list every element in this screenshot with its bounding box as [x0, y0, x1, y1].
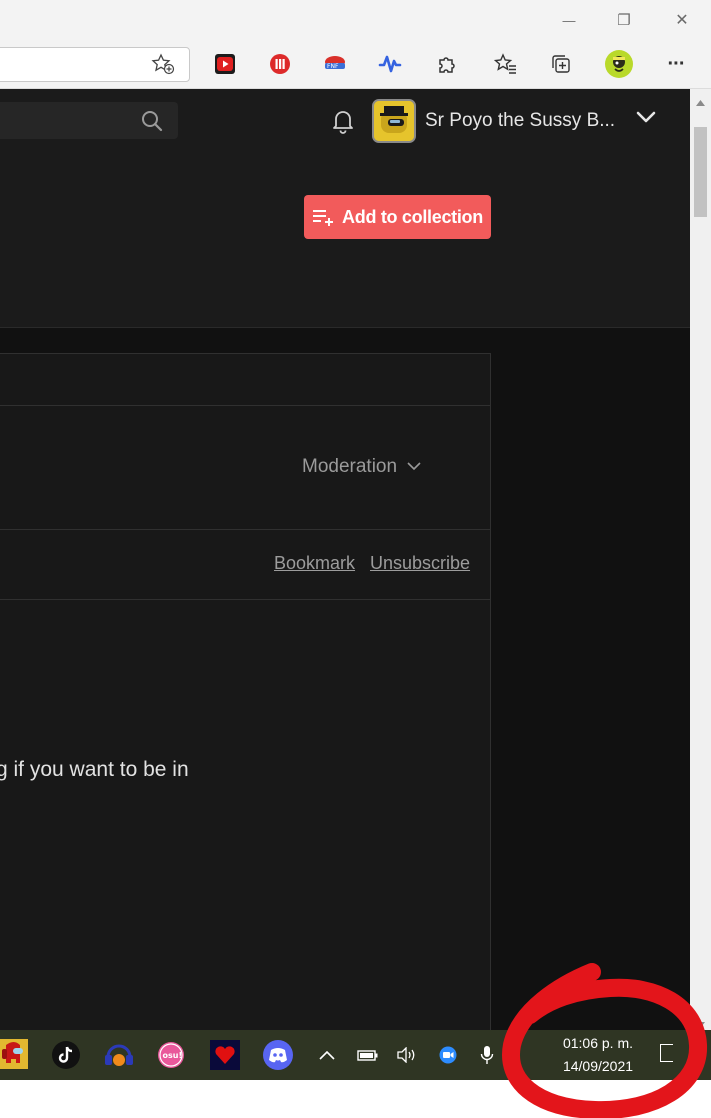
clock-time[interactable]: 01:06 p. m.: [548, 1035, 648, 1051]
show-hidden-icons-chevron[interactable]: [316, 1044, 338, 1066]
zoom-icon[interactable]: [436, 1044, 460, 1066]
bottom-margin: [0, 1080, 711, 1118]
discord-icon[interactable]: [262, 1039, 294, 1076]
address-bar[interactable]: [0, 47, 190, 82]
browser-title-bar: — ❐ ✕: [0, 0, 711, 40]
close-window-button[interactable]: ✕: [657, 0, 707, 40]
scrollbar-thumb[interactable]: [694, 127, 707, 217]
tiktok-icon[interactable]: [51, 1040, 81, 1075]
add-to-collection-label: Add to collection: [342, 206, 483, 227]
audio-wave-extension-icon[interactable]: [374, 48, 406, 80]
unsubscribe-link[interactable]: Unsubscribe: [370, 553, 470, 574]
collections-icon[interactable]: [545, 48, 577, 80]
moderation-label: Moderation: [302, 456, 398, 477]
post-text: g if you want to be in: [0, 758, 189, 781]
site-header: Sr Poyo the Sussy B... Add to collection: [0, 89, 690, 328]
add-favorite-icon[interactable]: [151, 53, 175, 80]
audio-app-icon[interactable]: [103, 1039, 135, 1076]
more-menu-glyph: ···: [667, 52, 686, 75]
minimize-icon: —: [562, 12, 576, 28]
clock-date[interactable]: 14/09/2021: [548, 1058, 648, 1074]
user-avatar[interactable]: [372, 99, 416, 143]
more-menu-icon[interactable]: ···: [660, 48, 692, 80]
add-to-list-icon: [313, 210, 334, 226]
page-scrollbar[interactable]: [690, 89, 711, 1030]
osu-icon[interactable]: osu!: [157, 1041, 185, 1074]
youtube-extension-icon[interactable]: [209, 48, 241, 80]
volume-icon[interactable]: [395, 1044, 419, 1066]
chevron-down-icon[interactable]: [635, 109, 657, 130]
web-page: Sr Poyo the Sussy B... Add to collection…: [0, 89, 690, 1030]
close-icon: ✕: [675, 12, 689, 29]
profile-avatar-icon[interactable]: [603, 48, 635, 80]
search-input[interactable]: [0, 102, 178, 139]
add-to-collection-button[interactable]: Add to collection: [304, 195, 491, 239]
favorites-icon[interactable]: [490, 48, 522, 80]
bookmark-link[interactable]: Bookmark: [274, 553, 355, 574]
browser-toolbar: FNF ···: [0, 40, 711, 114]
svg-text:FNF: FNF: [327, 63, 339, 70]
scroll-up-arrow-icon[interactable]: [696, 93, 705, 111]
notifications-bell-icon[interactable]: [331, 108, 355, 139]
restore-button[interactable]: ❐: [599, 0, 649, 40]
search-icon[interactable]: [141, 110, 163, 137]
extensions-puzzle-icon[interactable]: [430, 48, 462, 80]
minimize-button[interactable]: —: [544, 0, 594, 40]
osu-label: osu!: [163, 1051, 183, 1060]
battery-icon[interactable]: [356, 1044, 380, 1066]
moderation-dropdown[interactable]: Moderation: [302, 456, 422, 478]
post-body: [0, 599, 491, 1030]
microphone-icon[interactable]: [476, 1043, 498, 1067]
panel-header-row: [0, 353, 491, 406]
undertale-heart-icon[interactable]: [210, 1040, 240, 1075]
red-circle-extension-icon[interactable]: [264, 48, 296, 80]
moderation-chevron-icon: [407, 462, 421, 471]
among-us-icon[interactable]: [0, 1039, 30, 1074]
restore-icon: ❐: [617, 12, 631, 29]
fnf-extension-icon[interactable]: FNF: [319, 48, 351, 80]
notification-center-icon[interactable]: [660, 1044, 673, 1062]
username[interactable]: Sr Poyo the Sussy B...: [425, 110, 615, 132]
